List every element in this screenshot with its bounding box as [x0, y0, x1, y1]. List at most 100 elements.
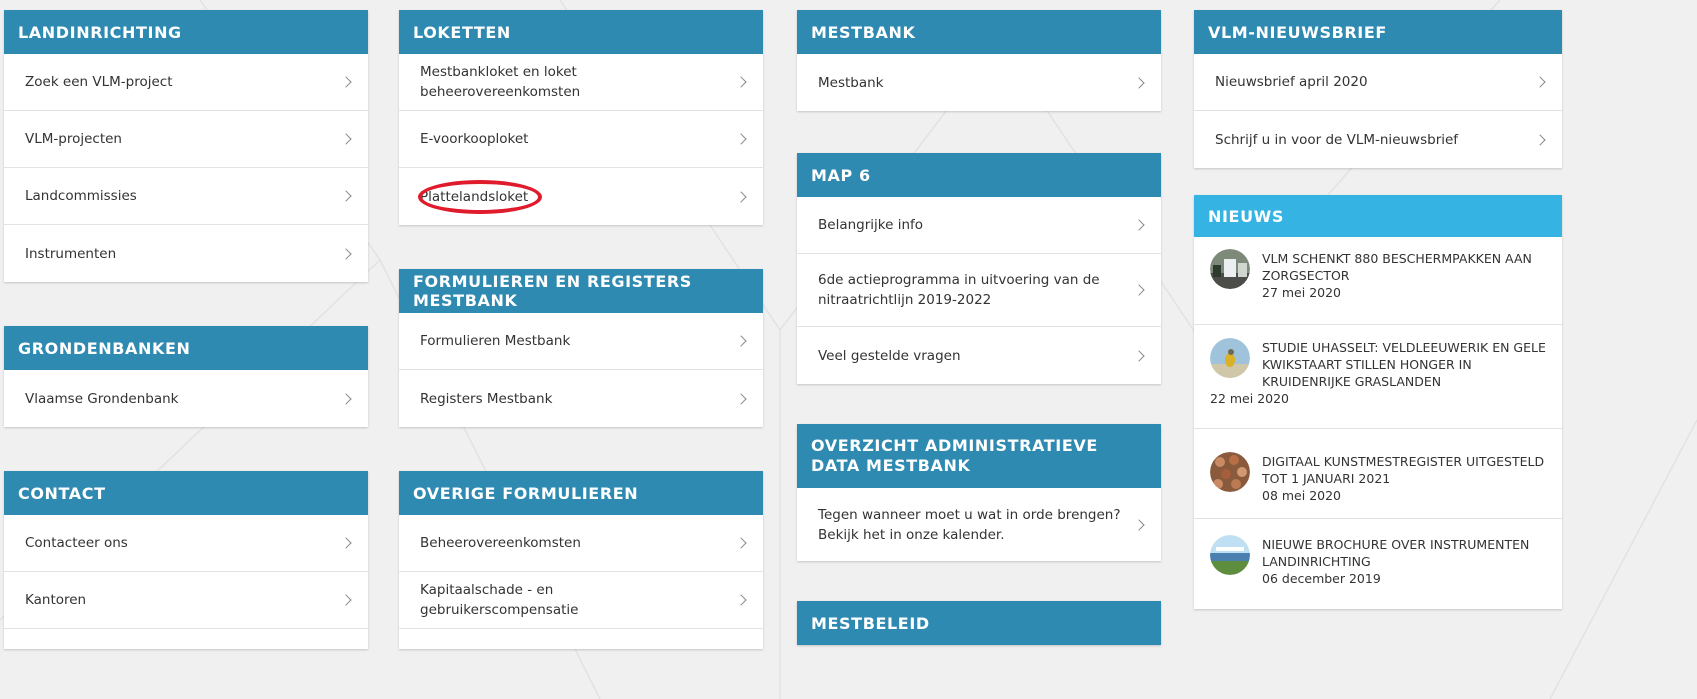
link-registers-mestbank[interactable]: Registers Mestbank — [399, 370, 763, 427]
panel-contact: CONTACT Contacteer ons Kantoren — [4, 471, 368, 649]
link-mestbankloket[interactable]: Mestbankloket en loket beheerovereenkoms… — [399, 54, 763, 111]
link-kantoren[interactable]: Kantoren — [4, 572, 368, 629]
link-kapitaalschade[interactable]: Kapitaalschade - en gebruikerscompensati… — [399, 572, 763, 629]
panel-grondenbanken: GRONDENBANKEN Vlaamse Grondenbank — [4, 326, 368, 427]
panel-title: LOKETTEN — [399, 10, 763, 54]
link-partial[interactable] — [399, 629, 763, 649]
chevron-right-icon — [340, 594, 352, 606]
link-mestbank[interactable]: Mestbank — [797, 54, 1161, 111]
news-item[interactable]: Studie UHasselt: veldleeuwerik en gele k… — [1194, 325, 1562, 429]
link-label: Kantoren — [25, 592, 87, 608]
link-veel-gestelde-vragen[interactable]: Veel gestelde vragen — [797, 327, 1161, 384]
link-e-voorkooploket[interactable]: E-voorkooploket — [399, 111, 763, 168]
news-date: 06 december 2019 — [1262, 571, 1381, 586]
chevron-right-icon — [340, 247, 352, 260]
link-label: Veel gestelde vragen — [818, 347, 961, 364]
chevron-right-icon — [340, 190, 352, 202]
news-thumbnail-bird-icon — [1210, 338, 1250, 378]
link-label: Beheerovereenkomsten — [420, 535, 581, 551]
link-label: Formulieren Mestbank — [420, 333, 571, 349]
panel-map6: MAP 6 Belangrijke info 6de actieprogramm… — [797, 153, 1161, 384]
panel-title: MESTBANK — [797, 10, 1161, 54]
plattelandsloket-text: Plattelandsloket — [420, 188, 529, 205]
link-label: Nieuwsbrief april 2020 — [1215, 74, 1368, 90]
chevron-right-icon — [340, 133, 352, 145]
link-formulieren-mestbank[interactable]: Formulieren Mestbank — [399, 313, 763, 370]
panel-mestbeleid: MESTBELEID — [797, 601, 1161, 645]
chevron-right-icon — [735, 335, 747, 347]
panel-loketten: LOKETTEN Mestbankloket en loket beheerov… — [399, 10, 763, 225]
panel-overige-formulieren: OVERIGE FORMULIEREN Beheerovereenkomsten… — [399, 471, 763, 649]
link-label: Instrumenten — [25, 245, 117, 262]
column-3: MESTBANK Mestbank MAP 6 Belangrijke info… — [797, 10, 1161, 689]
chevron-right-icon — [1534, 133, 1546, 146]
link-label: Zoek een VLM-project — [25, 74, 173, 90]
panel-title: FORMULIEREN EN REGISTERS MESTBANK — [399, 269, 763, 313]
news-title: Studie UHasselt: veldleeuwerik en gele k… — [1262, 340, 1546, 389]
link-contacteer-ons[interactable]: Contacteer ons — [4, 515, 368, 572]
panel-title: MAP 6 — [797, 153, 1161, 197]
news-title: Digitaal kunstmestregister uitgesteld to… — [1262, 454, 1545, 486]
chevron-right-icon — [1133, 349, 1145, 362]
link-kalender[interactable]: Tegen wanneer moet u wat in orde brengen… — [797, 488, 1161, 561]
link-beheerovereenkomsten[interactable]: Beheerovereenkomsten — [399, 515, 763, 572]
link-belangrijke-info[interactable]: Belangrijke info — [797, 197, 1161, 254]
panel-landinrichting: LANDINRICHTING Zoek een VLM-project VLM-… — [4, 10, 368, 282]
column-2: LOKETTEN Mestbankloket en loket beheerov… — [399, 10, 763, 693]
link-partial[interactable] — [4, 629, 368, 649]
news-date: 22 mei 2020 — [1210, 391, 1290, 406]
news-date: 08 mei 2020 — [1262, 488, 1342, 503]
news-title: VLM schenkt 880 beschermpakken aan zorgs… — [1262, 251, 1532, 283]
panel-title: VLM-NIEUWSBRIEF — [1194, 10, 1562, 54]
link-instrumenten[interactable]: Instrumenten — [4, 225, 368, 282]
link-label: Contacteer ons — [25, 535, 128, 551]
chevron-right-icon — [735, 76, 747, 88]
chevron-right-icon — [735, 133, 747, 145]
link-6de-actieprogramma[interactable]: 6de actieprogramma in uitvoering van de … — [797, 254, 1161, 327]
chevron-right-icon — [1133, 76, 1145, 89]
chevron-right-icon — [1133, 518, 1145, 531]
news-thumbnail-protective-suits-icon — [1210, 249, 1250, 289]
panel-nieuws: NIEUWS VLM schenkt 880 beschermpakken aa… — [1194, 195, 1562, 609]
panel-title: NIEUWS — [1194, 195, 1562, 237]
link-label: Plattelandsloket — [418, 179, 542, 214]
link-label: Kapitaalschade - en gebruikerscompensati… — [420, 582, 579, 618]
column-1: LANDINRICHTING Zoek een VLM-project VLM-… — [4, 10, 368, 693]
link-label: Vlaamse Grondenbank — [25, 390, 179, 407]
link-schrijf-in-nieuwsbrief[interactable]: Schrijf u in voor de VLM-nieuwsbrief — [1194, 111, 1562, 168]
news-title: Nieuwe brochure over instrumenten landin… — [1262, 537, 1530, 569]
link-vlaamse-grondenbank[interactable]: Vlaamse Grondenbank — [4, 370, 368, 427]
link-vlm-projecten[interactable]: VLM-projecten — [4, 111, 368, 168]
news-item[interactable]: Digitaal kunstmestregister uitgesteld to… — [1194, 429, 1562, 519]
column-4: VLM-NIEUWSBRIEF Nieuwsbrief april 2020 S… — [1194, 10, 1562, 653]
panel-overzicht-data: OVERZICHT ADMINISTRATIEVE DATA MESTBANK … — [797, 424, 1161, 561]
chevron-right-icon — [340, 392, 352, 405]
panel-title: OVERZICHT ADMINISTRATIEVE DATA MESTBANK — [797, 424, 1161, 488]
chevron-right-icon — [1534, 76, 1546, 88]
chevron-right-icon — [1133, 284, 1145, 296]
panel-formulieren-registers: FORMULIEREN EN REGISTERS MESTBANK Formul… — [399, 269, 763, 427]
link-plattelandsloket[interactable]: Plattelandsloket — [399, 168, 763, 225]
chevron-right-icon — [1133, 219, 1145, 231]
news-item[interactable]: Nieuwe brochure over instrumenten landin… — [1194, 519, 1562, 609]
chevron-right-icon — [735, 594, 747, 606]
panel-title: MESTBELEID — [797, 601, 1161, 645]
link-label: 6de actieprogramma in uitvoering van de … — [818, 272, 1100, 308]
chevron-right-icon — [340, 76, 352, 88]
panel-vlm-nieuwsbrief: VLM-NIEUWSBRIEF Nieuwsbrief april 2020 S… — [1194, 10, 1562, 168]
link-label: Mestbank — [818, 74, 884, 91]
panel-title: OVERIGE FORMULIEREN — [399, 471, 763, 515]
news-thumbnail-fertilizer-icon — [1210, 452, 1250, 492]
news-item[interactable]: VLM schenkt 880 beschermpakken aan zorgs… — [1194, 237, 1562, 325]
link-label: E-voorkooploket — [420, 131, 529, 147]
chevron-right-icon — [735, 190, 747, 203]
link-label: VLM-projecten — [25, 131, 122, 147]
chevron-right-icon — [735, 392, 747, 405]
chevron-right-icon — [735, 537, 747, 549]
news-date: 27 mei 2020 — [1262, 285, 1342, 300]
link-label: Landcommissies — [25, 188, 137, 204]
link-nieuwsbrief-april-2020[interactable]: Nieuwsbrief april 2020 — [1194, 54, 1562, 111]
link-zoek-vlm-project[interactable]: Zoek een VLM-project — [4, 54, 368, 111]
link-label: Mestbankloket en loket beheerovereenkoms… — [420, 64, 581, 100]
link-landcommissies[interactable]: Landcommissies — [4, 168, 368, 225]
